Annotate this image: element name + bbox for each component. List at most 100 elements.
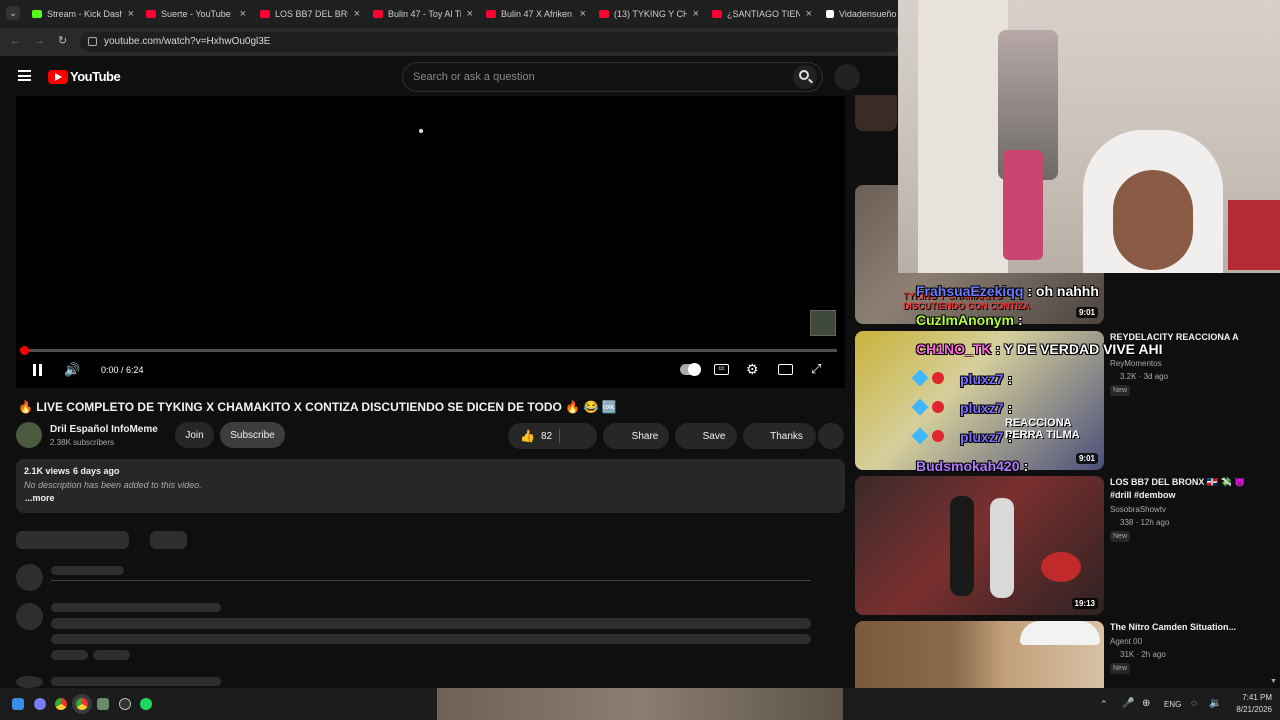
language-indicator[interactable]: ENG (1164, 700, 1181, 709)
clock-time[interactable]: 7:41 PM (1232, 693, 1272, 702)
more-link[interactable]: ...more (25, 493, 55, 503)
wifi-icon[interactable]: ◌ (1191, 698, 1197, 709)
subscribe-button[interactable]: Subscribe (220, 422, 285, 448)
speaker-icon[interactable]: 🔉 (1209, 698, 1221, 709)
channel-name[interactable]: Agent 00 (1110, 637, 1142, 646)
chrome-icon[interactable] (55, 698, 67, 710)
duration-badge: 9:01 (1075, 453, 1098, 464)
reload-icon[interactable]: ↻ (58, 34, 67, 47)
scrubber-handle[interactable] (20, 346, 29, 355)
settings-icon[interactable]: ⚙ (746, 361, 759, 378)
close-tab-icon[interactable]: × (693, 8, 699, 20)
pause-button[interactable] (32, 364, 44, 376)
search-input[interactable]: Search or ask a question (402, 62, 823, 92)
browser-tab[interactable]: LOS BB7 DEL BRONX× (260, 4, 360, 24)
menu-icon[interactable] (18, 70, 31, 81)
close-tab-icon[interactable]: × (128, 8, 134, 20)
pink-garment (1003, 150, 1043, 260)
youtube-logo-icon[interactable] (48, 70, 68, 84)
loading-spinner (419, 129, 423, 133)
channel-avatar[interactable] (16, 422, 42, 448)
browser-tab[interactable]: (13) TYKING Y CHA× (599, 4, 699, 24)
clock-date[interactable]: 8/21/2026 (1226, 705, 1272, 714)
tab-list-dropdown-icon[interactable]: ⌄ (6, 6, 20, 20)
close-tab-icon[interactable]: × (806, 8, 812, 20)
network-icon[interactable]: ⊕ (1142, 698, 1150, 709)
browser-tab[interactable]: Suerte - YouTube × (146, 4, 246, 24)
tiktok-icon (826, 10, 834, 18)
like-button[interactable]: 👍 82 (508, 423, 597, 449)
share-button[interactable]: Share (603, 423, 669, 449)
forward-icon[interactable]: → (34, 35, 45, 47)
video-title[interactable]: The Nitro Camden Situation... (1110, 621, 1260, 634)
save-button[interactable]: Save (675, 423, 737, 449)
pause-icon (33, 364, 36, 376)
volume-icon[interactable]: 🔊 (64, 362, 80, 378)
thanks-label: Thanks (770, 430, 803, 442)
skeleton-block (150, 531, 187, 549)
skeleton-block (51, 603, 221, 612)
browser-tab[interactable]: ¿SANTIAGO TIENE× (712, 4, 812, 24)
time-display: 0:00 / 6:24 (101, 365, 144, 375)
back-icon[interactable]: ← (10, 35, 21, 47)
close-tab-icon[interactable]: × (354, 8, 360, 20)
skeleton-block (93, 650, 130, 660)
skeleton-block (16, 531, 129, 549)
view-count: 31K · 2h ago (1120, 650, 1166, 659)
channel-name[interactable]: Dril Español InfoMeme (50, 424, 158, 435)
subscriber-count: 2.38K subscribers (50, 438, 115, 447)
thanks-button[interactable]: Thanks (743, 423, 816, 449)
youtube-icon (146, 10, 156, 18)
video-thumbnail[interactable] (855, 621, 1104, 688)
video-title[interactable]: LOS BB7 DEL BRONX 🇩🇴 💸 👿 #drill #dembow (1110, 476, 1260, 502)
close-tab-icon[interactable]: × (580, 8, 586, 20)
chat-message: CH1NO_TK: Y DE VERDAD VIVE AHI (916, 341, 1163, 357)
channel-name[interactable]: ReyMomentos (1110, 359, 1162, 368)
chrome-active-icon[interactable] (76, 698, 88, 710)
spotify-icon[interactable] (140, 698, 152, 710)
captions-icon[interactable]: cc (714, 364, 729, 375)
new-badge: New (1110, 385, 1131, 396)
channel-name[interactable]: SosobraShowtv (1110, 505, 1166, 514)
fullscreen-icon[interactable]: ⤢ (811, 361, 821, 377)
obs-icon[interactable] (119, 698, 131, 710)
taskbar-preview-image (437, 688, 843, 720)
app-icon[interactable] (97, 698, 109, 710)
video-thumbnail[interactable]: 19:13 (855, 476, 1104, 615)
channel-watermark[interactable] (810, 310, 836, 336)
sosobra-logo (1041, 552, 1081, 582)
youtube-icon (599, 10, 609, 18)
progress-bar[interactable] (20, 346, 837, 355)
join-button[interactable]: Join (175, 422, 214, 448)
youtube-icon (486, 10, 496, 18)
search-placeholder: Search or ask a question (413, 71, 535, 83)
more-actions-button[interactable] (818, 423, 844, 449)
browser-tab[interactable]: Vidadensueño (826, 4, 898, 24)
mic-icon[interactable]: 🎤 (1122, 698, 1134, 709)
youtube-logo-text[interactable]: YouTube (70, 69, 121, 84)
address-bar[interactable]: youtube.com/watch?v=HxhwOu0gl3E (80, 32, 900, 52)
voice-search-button[interactable] (834, 64, 860, 90)
start-icon[interactable] (12, 698, 24, 710)
autoplay-toggle[interactable] (680, 363, 701, 376)
discord-icon[interactable] (34, 698, 46, 710)
miniplayer-icon[interactable] (778, 364, 793, 375)
sidebar-partial-thumbnail[interactable] (855, 95, 897, 131)
duration-badge: 19:13 (1071, 598, 1098, 609)
browser-tab[interactable]: Bulin 47 - Toy Al Ti × (373, 4, 473, 24)
webcam-overlay (898, 0, 1280, 273)
scroll-down-icon[interactable]: ▼ (1270, 678, 1277, 685)
search-button[interactable] (793, 65, 817, 89)
close-tab-icon[interactable]: × (240, 8, 246, 20)
like-count: 82 (540, 430, 553, 442)
browser-tab[interactable]: Stream - Kick Dash × (32, 4, 134, 24)
close-tab-icon[interactable]: × (467, 8, 473, 20)
save-label: Save (702, 430, 726, 442)
tray-overflow-icon[interactable]: ⌃ (1100, 699, 1108, 710)
site-info-icon[interactable] (88, 37, 97, 46)
video-player[interactable]: 🔊 0:00 / 6:24 cc ⚙ ⤢ (16, 96, 845, 388)
chat-message: pluxz7: (911, 427, 1012, 445)
door-shape (918, 0, 1008, 273)
browser-tab[interactable]: Bulin 47 X Afriken × (486, 4, 586, 24)
comment-divider (51, 580, 811, 581)
